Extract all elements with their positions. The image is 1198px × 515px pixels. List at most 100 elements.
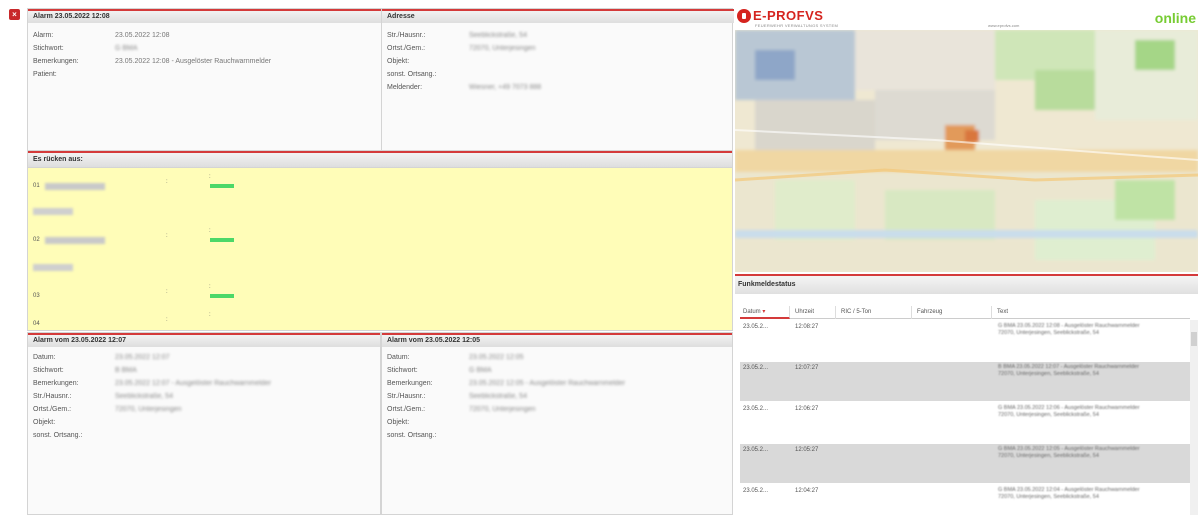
unit-status-indicator [210, 184, 234, 188]
radio-status-panel: Funkmeldestatus Datum ▾ Uhrzeit RIC / 5-… [735, 274, 1198, 515]
unit-name [45, 182, 105, 190]
column-header-vehicle[interactable]: Fahrzeug [914, 306, 992, 319]
unit-separator: : [166, 233, 168, 239]
unit-name [45, 236, 105, 244]
row-date: 23.05.2... [743, 324, 769, 330]
table-row[interactable]: 23.05.2... 12:07:27 B BMA 23.05.2022 12:07… [740, 362, 1190, 401]
unit-number: 02 [33, 237, 40, 243]
previous-alarm-panel-1: Alarm vom 23.05.2022 12:07 Datum: 23.05.2… [27, 332, 381, 515]
row-time: 12:08:27 [795, 324, 819, 330]
detail-row: Bemerkungen: 23.05.2022 12:08 - Ausgelöst… [33, 55, 376, 68]
detail-value: 23.05.2022 12:05 [469, 354, 524, 361]
detail-row: Objekt: [387, 55, 729, 68]
dispatched-unit[interactable]: 01 [33, 180, 105, 192]
alarm-details: Alarm: 23.05.2022 12:08 Stichwort: G BMA Bem… [28, 25, 381, 85]
connection-status: online [1154, 10, 1196, 26]
unit-status-indicator [210, 294, 234, 298]
detail-label: Objekt: [33, 419, 56, 426]
alarm-title: Alarm 23.05.2022 12:08 [28, 9, 381, 23]
address-title: Adresse [382, 9, 734, 23]
unit-separator: : [209, 312, 211, 318]
row-date: 23.05.2... [743, 365, 769, 371]
dispatched-unit[interactable]: 02 [33, 234, 105, 246]
detail-label: Meldender: [387, 84, 423, 91]
detail-row: Meldender: Wiesner, +49 7073 888 [387, 81, 729, 94]
column-header-date[interactable]: Datum ▾ [740, 306, 790, 319]
detail-row: Objekt: [33, 416, 375, 429]
unit-number: 03 [33, 293, 40, 299]
dispatched-unit[interactable]: 04 [33, 318, 45, 330]
unit-location: Tübingen [33, 264, 73, 271]
detail-value: 72070, Unterjesingen [115, 406, 182, 413]
unit-status-indicator [210, 238, 234, 242]
row-time: 12:05:27 [795, 447, 819, 453]
detail-value: 23.05.2022 12:07 - Ausgelöster Rauchwarn… [115, 380, 272, 387]
unit-separator: : [209, 174, 211, 180]
detail-value: Wiesner, +49 7073 888 [469, 84, 542, 91]
unit-separator: : [166, 289, 168, 295]
radio-status-title: Funkmeldestatus [735, 276, 1198, 294]
table-row[interactable]: 23.05.2... 12:04:27 G BMA 23.05.2022 12:04… [740, 485, 1190, 515]
detail-value: 23.05.2022 12:05 - Ausgelöster Rauchwarn… [469, 380, 626, 387]
detail-label: Objekt: [387, 419, 410, 426]
detail-row: Datum: 23.05.2022 12:05 [387, 351, 727, 364]
close-icon[interactable]: × [9, 9, 20, 20]
detail-row: Stichwort: B BMA [33, 364, 375, 377]
unit-separator: : [209, 228, 211, 234]
detail-label: Ortst./Gem.: [387, 45, 426, 52]
unit-separator: : [166, 179, 168, 185]
previous-alarm-details: Datum: 23.05.2022 12:07 Stichwort: B BMA Bem… [28, 347, 380, 446]
column-label: Datum [743, 309, 761, 315]
detail-row: Bemerkungen: 23.05.2022 12:05 - Ausgelöst… [387, 377, 727, 390]
detail-row: Alarm: 23.05.2022 12:08 [33, 29, 376, 42]
brand-header: E-PROFVS FEUERWEHR VERWALTUNGS SYSTEM ww… [735, 6, 1198, 28]
unit-separator: : [209, 284, 211, 290]
detail-label: Stichwort: [33, 45, 64, 52]
previous-alarm-panel-2: Alarm vom 23.05.2022 12:05 Datum: 23.05.2… [381, 332, 733, 515]
row-date: 23.05.2... [743, 447, 769, 453]
detail-row: sonst. Ortsang.: [387, 429, 727, 442]
detail-row: Stichwort: G BMA [387, 364, 727, 377]
unit-separator: : [166, 317, 168, 323]
detail-value: 23.05.2022 12:08 [115, 32, 170, 39]
detail-value: G BMA [115, 45, 138, 52]
detail-row: Stichwort: G BMA [33, 42, 376, 55]
detail-label: Datum: [387, 354, 410, 361]
scrollbar-thumb[interactable] [1191, 332, 1197, 346]
detail-row: sonst. Ortsang.: [33, 429, 375, 442]
table-row[interactable]: 23.05.2... 12:05:27 G BMA 23.05.2022 12:05… [740, 444, 1190, 483]
detail-value: 23.05.2022 12:08 - Ausgelöster Rauchwarn… [115, 58, 272, 65]
detail-row: Bemerkungen: 23.05.2022 12:07 - Ausgelöst… [33, 377, 375, 390]
dispatched-unit[interactable]: 03 [33, 290, 45, 302]
map-view[interactable] [735, 30, 1198, 272]
detail-label: Bemerkungen: [33, 58, 79, 65]
column-header-ric[interactable]: RIC / 5-Ton [838, 306, 912, 319]
detail-row: Datum: 23.05.2022 12:07 [33, 351, 375, 364]
row-date: 23.05.2... [743, 406, 769, 412]
detail-label: Datum: [33, 354, 56, 361]
unit-location: Tübingen [33, 208, 73, 215]
detail-value: 23.05.2022 12:07 [115, 354, 170, 361]
detail-label: Patient: [33, 71, 57, 78]
detail-label: Ortst./Gem.: [33, 406, 72, 413]
detail-value: 72070, Unterjesingen [469, 45, 536, 52]
table-row[interactable]: 23.05.2... 12:06:27 G BMA 23.05.2022 12:06… [740, 403, 1190, 442]
column-header-text[interactable]: Text [994, 306, 1190, 319]
detail-row: sonst. Ortsang.: [387, 68, 729, 81]
detail-row: Str./Hausnr.: Seeblickstraße, 54 [33, 390, 375, 403]
row-text: G BMA 23.05.2022 12:05 - Ausgelöster Rau… [998, 446, 1140, 459]
row-date: 23.05.2... [743, 488, 769, 494]
row-text: B BMA 23.05.2022 12:07 - Ausgelöster Rau… [998, 364, 1139, 377]
address-details: Str./Hausnr.: Seeblickstraße, 54 Ortst./Ge… [382, 25, 734, 98]
detail-row: Str./Hausnr.: Seeblickstraße, 54 [387, 390, 727, 403]
row-time: 12:06:27 [795, 406, 819, 412]
dispatch-panel: Es rücken aus: [27, 150, 733, 168]
table-row[interactable]: 23.05.2... 12:08:27 G BMA 23.05.2022 12:08… [740, 321, 1190, 360]
brand-url[interactable]: www.eprofvs.com [988, 23, 1019, 28]
detail-label: Stichwort: [387, 367, 418, 374]
detail-value: Seeblickstraße, 54 [469, 32, 527, 39]
column-header-time[interactable]: Uhrzeit [792, 306, 836, 319]
radio-status-scrollbar[interactable] [1190, 320, 1198, 515]
detail-row: Patient: [33, 68, 376, 81]
detail-row: Ortst./Gem.: 72070, Unterjesingen [387, 403, 727, 416]
